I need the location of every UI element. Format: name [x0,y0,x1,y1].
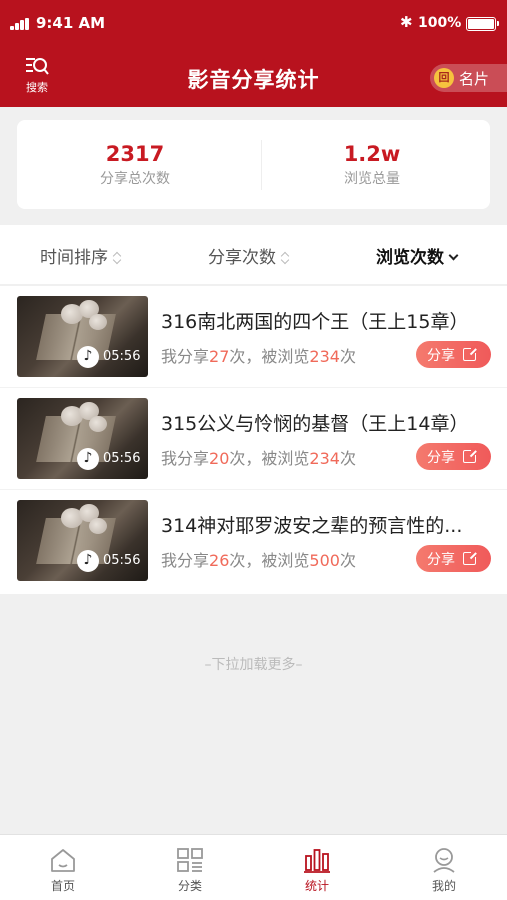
external-share-icon [463,346,478,361]
tab-label: 统计 [304,879,329,893]
item-title: 315公义与怜悯的基督（王上14章） [161,413,469,435]
video-thumbnail: 05:56 [17,398,148,479]
list-item[interactable]: 05:56 314神对耶罗波安之辈的预言性的... 我分享26次，被浏览500次… [0,490,507,594]
tab-label: 首页 [50,879,75,893]
sort-label: 浏览次数 [376,248,444,268]
duration-text: 05:56 [103,553,141,568]
tab-label: 分类 [177,879,202,893]
external-share-icon [463,448,478,463]
share-list: 05:56 316南北两国的四个王（王上15章） 我分享27次，被浏览234次 … [0,286,507,594]
share-button[interactable]: 分享 [416,341,491,368]
signal-icon [10,18,32,30]
tab-stats[interactable]: 统计 [254,835,380,900]
item-title: 316南北两国的四个王（王上15章） [161,311,469,333]
sort-bar: 时间排序 分享次数 浏览次数 [0,225,507,285]
list-item[interactable]: 05:56 315公义与怜悯的基督（王上14章） 我分享20次，被浏览234次 … [0,388,507,490]
duration-text: 05:56 [103,451,141,466]
share-label: 分享 [427,348,455,364]
item-stats: 我分享20次，被浏览234次 [161,449,356,468]
total-shares-label: 分享总次数 [100,171,170,187]
load-more-hint: –下拉加载更多– [204,657,303,673]
sort-label: 分享次数 [208,248,276,268]
video-thumbnail: 05:56 [17,500,148,581]
sort-by-shares[interactable]: 分享次数 [208,243,290,268]
bottom-tab-bar: 首页 分类 统计 我的 [0,834,507,900]
item-title: 314神对耶罗波安之辈的预言性的... [161,515,463,537]
total-views-value: 1.2w [343,142,401,166]
sort-by-views[interactable]: 浏览次数 [376,243,459,268]
total-shares-value: 2317 [105,142,165,166]
total-views-label: 浏览总量 [344,171,400,187]
status-time: 9:41 AM [36,14,106,32]
tab-profile[interactable]: 我的 [381,835,507,900]
sort-arrows-icon [280,251,290,265]
battery-percent: 100% [418,15,462,31]
music-note-icon [77,550,99,572]
share-label: 分享 [427,552,455,568]
external-share-icon [463,550,478,565]
duration-text: 05:56 [103,349,141,364]
video-thumbnail: 05:56 [17,296,148,377]
sort-arrows-icon [112,251,122,265]
tab-label: 我的 [431,879,456,893]
sort-by-time[interactable]: 时间排序 [40,243,122,268]
profile-icon [433,848,455,873]
total-shares-stat: 2317 分享总次数 [17,120,253,209]
sort-label: 时间排序 [40,248,108,268]
music-note-icon [77,448,99,470]
total-views-stat: 1.2w 浏览总量 [254,120,490,209]
status-bar: 9:41 AM ✱ 100% [0,0,507,48]
share-label: 分享 [427,450,455,466]
battery-icon [466,17,499,31]
list-item[interactable]: 05:56 316南北两国的四个王（王上15章） 我分享27次，被浏览234次 … [0,286,507,388]
summary-card: 2317 分享总次数 1.2w 浏览总量 [17,120,490,209]
bluetooth-icon: ✱ [400,13,413,31]
share-button[interactable]: 分享 [416,545,491,572]
item-stats: 我分享26次，被浏览500次 [161,551,356,570]
stats-icon [304,849,330,873]
tab-home[interactable]: 首页 [0,835,126,900]
card-label: 名片 [459,70,490,88]
app-header: 9:41 AM ✱ 100% 搜索 影音分享统计 回 名片 [0,0,507,107]
chevron-down-icon [448,250,459,260]
item-stats: 我分享27次，被浏览234次 [161,347,356,366]
music-note-icon [77,346,99,368]
business-card-button[interactable]: 回 名片 [430,64,507,92]
share-button[interactable]: 分享 [416,443,491,470]
home-icon [51,849,75,872]
tab-category[interactable]: 分类 [127,835,253,900]
category-icon [177,848,203,872]
card-badge-icon: 回 [434,68,454,88]
